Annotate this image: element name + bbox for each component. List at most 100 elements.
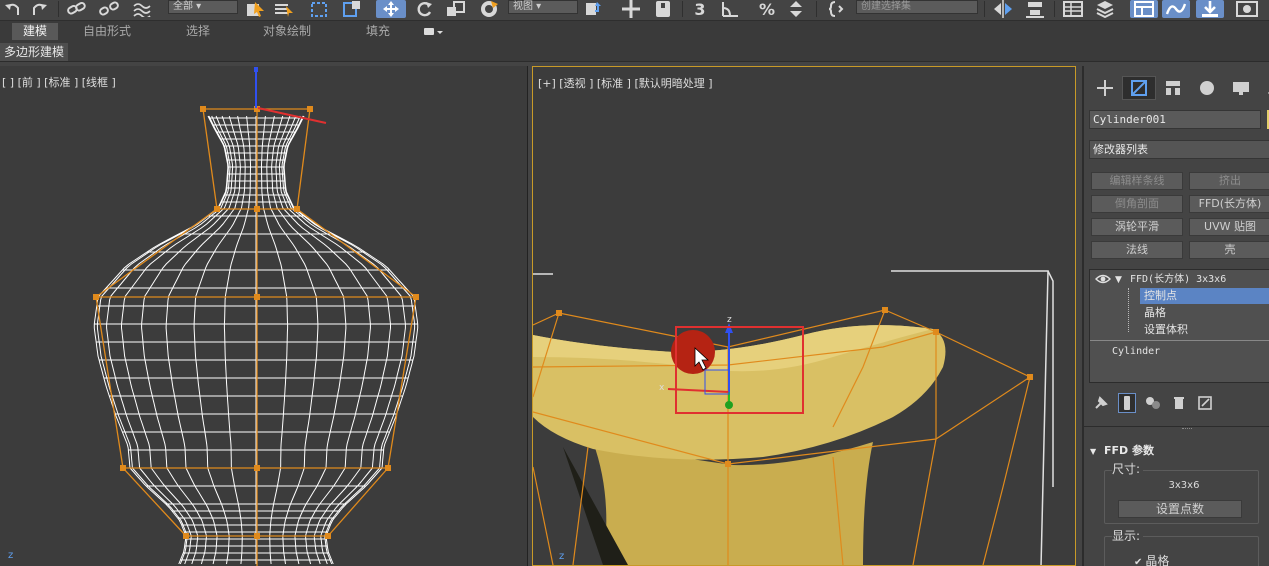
named-selection-sets-dropdown[interactable]: 创建选择集	[856, 0, 978, 14]
perspective-viewport[interactable]: [+] [透视 ] [标准 ] [默认明暗处理 ] z x z	[532, 66, 1076, 566]
tab-selection[interactable]: 选择	[176, 23, 220, 40]
tab-object-paint[interactable]: 对象绘制	[254, 23, 320, 40]
control-point[interactable]	[120, 465, 126, 471]
control-point[interactable]	[254, 533, 260, 539]
modifier-button-bevel-profile[interactable]: 倒角剖面	[1091, 195, 1183, 213]
display-icon[interactable]	[1224, 76, 1258, 100]
stack-subobject-lattice[interactable]: 晶格	[1090, 305, 1269, 321]
modifier-button-normal[interactable]: 法线	[1091, 241, 1183, 259]
front-viewport[interactable]: [ ] [前 ] [标准 ] [线框 ] z	[0, 66, 528, 566]
hierarchy-icon[interactable]	[1156, 76, 1190, 100]
pin-stack-icon[interactable]	[1092, 393, 1110, 413]
angle-snap-icon[interactable]	[718, 0, 744, 18]
ribbon-options-icon[interactable]	[418, 23, 448, 40]
rect-region-icon[interactable]	[308, 0, 332, 18]
selected-control-point-sphere[interactable]	[671, 330, 715, 374]
curve-editor-icon[interactable]	[1162, 0, 1190, 18]
control-point[interactable]	[325, 533, 331, 539]
modifier-button-extrude[interactable]: 挤出	[1189, 172, 1269, 190]
modifier-button-edit-spline[interactable]: 编辑样条线	[1091, 172, 1183, 190]
select-object-icon[interactable]	[244, 0, 268, 18]
window-crossing-icon[interactable]	[340, 0, 364, 18]
scene-background-line	[891, 270, 1049, 565]
control-point[interactable]	[307, 106, 313, 112]
control-point[interactable]	[413, 294, 419, 300]
placement-icon[interactable]	[476, 0, 502, 18]
show-end-result-icon[interactable]	[1118, 393, 1136, 413]
scale-icon[interactable]	[444, 0, 468, 18]
reference-coord-dropdown[interactable]: 视图 ▾	[508, 0, 578, 14]
lattice-checkbox[interactable]: ✔ 晶格	[1134, 552, 1169, 566]
control-point[interactable]	[254, 294, 260, 300]
align-icon[interactable]	[1022, 0, 1048, 18]
percent-snap-icon[interactable]: %	[754, 0, 780, 19]
control-point[interactable]	[933, 329, 939, 335]
ffd-params-rollout-header[interactable]: ▼ FFD 参数	[1090, 442, 1154, 458]
modifier-list-dropdown[interactable]: 修改器列表	[1089, 140, 1269, 159]
object-name-field[interactable]: Cylinder001	[1089, 110, 1261, 129]
set-number-of-points-button[interactable]: 设置点数	[1118, 500, 1242, 518]
control-point[interactable]	[294, 206, 300, 212]
control-point[interactable]	[254, 206, 260, 212]
select-manipulate-icon[interactable]	[618, 0, 644, 18]
rotate-icon[interactable]	[412, 0, 436, 18]
control-point[interactable]	[556, 310, 562, 316]
move-icon[interactable]	[376, 0, 406, 18]
redo-icon[interactable]	[28, 0, 50, 18]
stack-subobject-control-points[interactable]: 控制点	[1090, 288, 1269, 304]
control-point[interactable]	[385, 465, 391, 471]
expand-triangle-icon[interactable]: ▼	[1115, 272, 1122, 288]
undo-icon[interactable]	[2, 0, 24, 18]
keyboard-shortcut-icon[interactable]	[650, 0, 676, 18]
checkbox-checked-icon: ✔	[1134, 557, 1143, 566]
link-icon[interactable]	[64, 0, 90, 18]
modifier-button-ffd-box[interactable]: FFD(长方体)	[1189, 195, 1269, 213]
remove-modifier-icon[interactable]	[1170, 393, 1188, 413]
stack-subobject-set-volume[interactable]: 设置体积	[1090, 322, 1269, 338]
render-setup-icon[interactable]	[1232, 0, 1262, 18]
make-unique-icon[interactable]	[1144, 393, 1162, 413]
stack-item-ffd[interactable]: ▼ FFD(长方体) 3x3x6	[1090, 272, 1269, 288]
unlink-icon[interactable]	[96, 0, 122, 18]
modify-icon[interactable]	[1122, 76, 1156, 100]
tab-freeform[interactable]: 自由形式	[74, 23, 140, 40]
layer-explorer-icon[interactable]	[1060, 0, 1086, 18]
edit-named-selection-icon[interactable]	[824, 0, 850, 18]
control-point[interactable]	[183, 533, 189, 539]
control-point[interactable]	[254, 465, 260, 471]
stack-divider	[1090, 340, 1269, 341]
front-gizmo[interactable]	[254, 67, 327, 124]
material-editor-icon[interactable]	[1196, 0, 1224, 18]
modifier-button-shell[interactable]: 壳	[1189, 241, 1269, 259]
gizmo-x-label: x	[659, 383, 665, 393]
selection-filter-dropdown[interactable]: 全部 ▾	[168, 0, 238, 14]
wire-meridian	[141, 115, 237, 565]
tab-polygon-modeling[interactable]: 多边形建模	[0, 43, 69, 61]
modifier-button-uvw-map[interactable]: UVW 贴图	[1189, 218, 1269, 236]
modifier-button-turbosmooth[interactable]: 涡轮平滑	[1091, 218, 1183, 236]
toggle-ribbon-icon[interactable]	[1092, 0, 1118, 18]
control-point[interactable]	[1027, 374, 1033, 380]
tab-populate[interactable]: 填充	[356, 23, 400, 40]
bind-space-warp-icon[interactable]	[130, 0, 156, 18]
pivot-icon[interactable]	[580, 0, 608, 18]
configure-modifier-sets-icon[interactable]	[1196, 393, 1214, 413]
graph-editor-icon[interactable]	[1130, 0, 1158, 18]
utilities-icon[interactable]	[1258, 76, 1269, 100]
stack-item-cylinder[interactable]: Cylinder	[1090, 344, 1269, 360]
control-point[interactable]	[214, 206, 220, 212]
mirror-icon[interactable]	[990, 0, 1016, 18]
motion-icon[interactable]	[1190, 76, 1224, 100]
tab-modeling[interactable]: 建模	[12, 23, 58, 40]
create-icon[interactable]	[1088, 76, 1122, 100]
control-point[interactable]	[882, 307, 888, 313]
ribbon-tabs: 建模 自由形式 选择 对象绘制 填充	[0, 21, 1269, 42]
control-point[interactable]	[93, 294, 99, 300]
control-point[interactable]	[725, 461, 731, 467]
gizmo-y-handle[interactable]	[725, 401, 733, 409]
select-by-name-icon[interactable]	[272, 0, 296, 18]
rollout-collapse-icon[interactable]: ▼	[1090, 447, 1096, 456]
snap-3d-icon[interactable]: 3	[688, 0, 712, 19]
spinner-snap-icon[interactable]	[786, 0, 806, 18]
control-point[interactable]	[200, 106, 206, 112]
